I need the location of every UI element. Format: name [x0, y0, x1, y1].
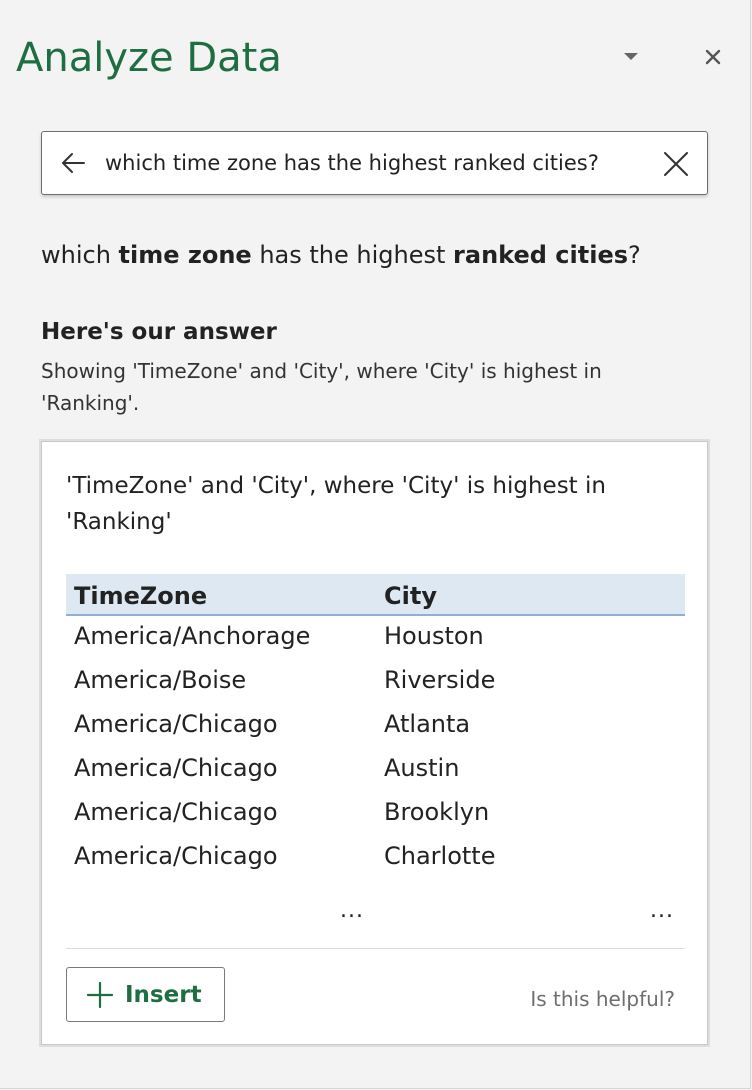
- table-row: America/Boise Riverside: [66, 660, 685, 704]
- more-rows-indicator: ...: [650, 898, 674, 923]
- column-header-city: City: [384, 582, 437, 610]
- insert-button[interactable]: Insert: [66, 967, 225, 1022]
- table-cell: Austin: [384, 754, 460, 782]
- table-cell: Houston: [384, 622, 484, 650]
- search-input[interactable]: [105, 142, 645, 184]
- more-rows-indicator: ...: [340, 898, 364, 923]
- search-box: [41, 131, 708, 195]
- table-cell: Atlanta: [384, 710, 471, 738]
- table-header: TimeZone City: [66, 574, 685, 616]
- table-row: America/Chicago Austin: [66, 748, 685, 792]
- table-row: America/Chicago Atlanta: [66, 704, 685, 748]
- feedback-link[interactable]: Is this helpful?: [530, 987, 675, 1011]
- insert-button-label: Insert: [125, 981, 202, 1008]
- analyze-data-pane: Analyze Data which time zone has the hig…: [0, 0, 751, 1089]
- table-row: America/Anchorage Houston: [66, 616, 685, 660]
- interpreted-question: which time zone has the highest ranked c…: [41, 238, 641, 272]
- table-cell: Charlotte: [384, 842, 496, 870]
- arrow-left-icon: [62, 153, 85, 173]
- table-row: America/Chicago Brooklyn: [66, 792, 685, 836]
- card-title: 'TimeZone' and 'City', where 'City' is h…: [66, 473, 606, 535]
- result-table: TimeZone City America/Anchorage Houston …: [66, 574, 685, 880]
- question-text: has the highest: [251, 241, 454, 269]
- close-icon: [664, 152, 688, 176]
- table-cell: America/Boise: [74, 666, 247, 694]
- pane-title: Analyze Data: [16, 35, 282, 81]
- search-back-button[interactable]: [56, 146, 90, 180]
- table-cell: America/Chicago: [74, 710, 278, 738]
- table-cell: America/Chicago: [74, 754, 278, 782]
- question-text: ?: [628, 241, 641, 269]
- question-keyword: ranked cities: [453, 241, 629, 269]
- table-row: America/Chicago Charlotte: [66, 836, 685, 880]
- answer-card: 'TimeZone' and 'City', where 'City' is h…: [41, 441, 708, 1045]
- answer-description: Showing 'TimeZone' and 'City', where 'Ci…: [41, 359, 602, 415]
- close-pane-button[interactable]: [696, 40, 730, 74]
- table-cell: Riverside: [384, 666, 496, 694]
- answer-heading: Here's our answer: [41, 319, 277, 345]
- close-icon: [705, 49, 721, 65]
- table-cell: America/Anchorage: [74, 622, 311, 650]
- chevron-down-icon: [624, 53, 638, 60]
- table-cell: America/Chicago: [74, 842, 278, 870]
- table-cell: Brooklyn: [384, 798, 490, 826]
- pane-options-button[interactable]: [614, 40, 648, 74]
- table-cell: America/Chicago: [74, 798, 278, 826]
- question-keyword: time zone: [118, 241, 252, 269]
- card-divider: [66, 948, 685, 949]
- column-header-timezone: TimeZone: [74, 582, 208, 610]
- search-clear-button[interactable]: [658, 146, 694, 182]
- plus-icon: [85, 980, 115, 1010]
- question-text: which: [41, 241, 119, 269]
